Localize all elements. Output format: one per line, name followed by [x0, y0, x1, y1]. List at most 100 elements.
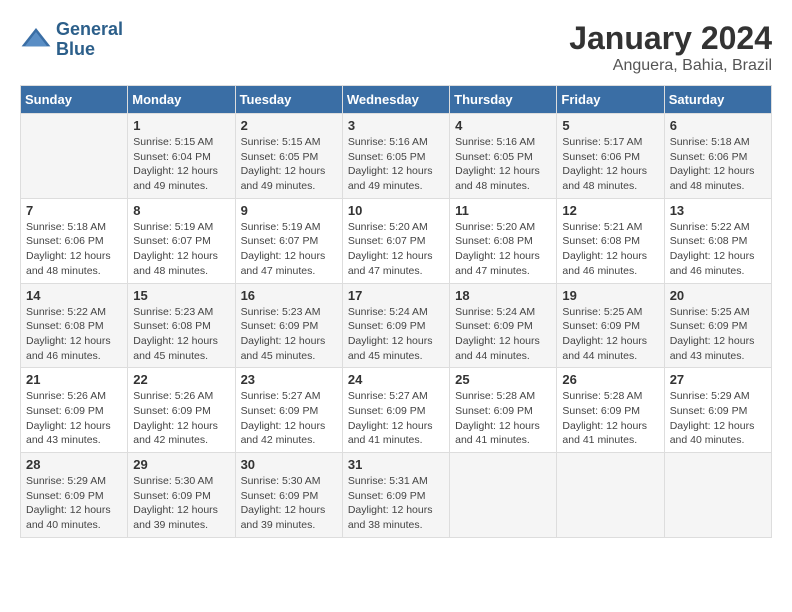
day-number: 17	[348, 288, 444, 303]
calendar-cell: 17 Sunrise: 5:24 AMSunset: 6:09 PMDayligh…	[342, 283, 449, 368]
calendar-cell: 28Sunrise: 5:29 AMSunset: 6:09 PMDayligh…	[21, 453, 128, 538]
day-number: 13	[670, 203, 766, 218]
day-number: 11	[455, 203, 551, 218]
calendar-cell: 31 Sunrise: 5:31 AMSunset: 6:09 PMDayligh…	[342, 453, 449, 538]
location-title: Anguera, Bahia, Brazil	[569, 57, 772, 75]
calendar-cell: 10 Sunrise: 5:20 AMSunset: 6:07 PMDayligh…	[342, 198, 449, 283]
day-number: 19	[562, 288, 658, 303]
calendar-cell: 29Sunrise: 5:30 AMSunset: 6:09 PMDayligh…	[128, 453, 235, 538]
day-info: Sunrise: 5:23 AMSunset: 6:09 PMDaylight:…	[241, 305, 337, 364]
day-info: Sunrise: 5:20 AMSunset: 6:07 PMDaylight:…	[348, 220, 444, 279]
calendar-cell	[21, 114, 128, 199]
day-number: 12	[562, 203, 658, 218]
calendar-cell: 11 Sunrise: 5:20 AMSunset: 6:08 PMDayligh…	[450, 198, 557, 283]
logo-icon	[20, 24, 52, 56]
day-number: 27	[670, 372, 766, 387]
calendar-cell: 25Sunrise: 5:28 AMSunset: 6:09 PMDayligh…	[450, 368, 557, 453]
day-info: Sunrise: 5:30 AMSunset: 6:09 PMDaylight:…	[241, 474, 337, 533]
calendar-cell: 26Sunrise: 5:28 AMSunset: 6:09 PMDayligh…	[557, 368, 664, 453]
day-info: Sunrise: 5:24 AMSunset: 6:09 PMDaylight:…	[455, 305, 551, 364]
day-number: 20	[670, 288, 766, 303]
weekday-header: Thursday	[450, 86, 557, 114]
day-number: 29	[133, 457, 229, 472]
calendar-cell: 12 Sunrise: 5:21 AMSunset: 6:08 PMDayligh…	[557, 198, 664, 283]
weekday-header: Wednesday	[342, 86, 449, 114]
calendar-cell: 4 Sunrise: 5:16 AMSunset: 6:05 PMDaylight…	[450, 114, 557, 199]
day-number: 14	[26, 288, 122, 303]
title-area: January 2024 Anguera, Bahia, Brazil	[569, 20, 772, 75]
weekday-header: Monday	[128, 86, 235, 114]
day-info: Sunrise: 5:29 AMSunset: 6:09 PMDaylight:…	[670, 389, 766, 448]
day-info: Sunrise: 5:16 AMSunset: 6:05 PMDaylight:…	[455, 135, 551, 194]
day-info: Sunrise: 5:26 AMSunset: 6:09 PMDaylight:…	[133, 389, 229, 448]
calendar-table: SundayMondayTuesdayWednesdayThursdayFrid…	[20, 85, 772, 538]
calendar-cell: 14 Sunrise: 5:22 AMSunset: 6:08 PMDayligh…	[21, 283, 128, 368]
calendar-cell: 21 Sunrise: 5:26 AMSunset: 6:09 PMDayligh…	[21, 368, 128, 453]
calendar-cell: 2 Sunrise: 5:15 AMSunset: 6:05 PMDaylight…	[235, 114, 342, 199]
day-number: 21	[26, 372, 122, 387]
calendar-cell: 18 Sunrise: 5:24 AMSunset: 6:09 PMDayligh…	[450, 283, 557, 368]
day-number: 24	[348, 372, 444, 387]
day-info: Sunrise: 5:23 AMSunset: 6:08 PMDaylight:…	[133, 305, 229, 364]
day-number: 4	[455, 118, 551, 133]
logo: General Blue	[20, 20, 123, 60]
day-info: Sunrise: 5:21 AMSunset: 6:08 PMDaylight:…	[562, 220, 658, 279]
logo-text: General Blue	[56, 20, 123, 60]
day-number: 31	[348, 457, 444, 472]
weekday-header: Friday	[557, 86, 664, 114]
calendar-week-row: 14 Sunrise: 5:22 AMSunset: 6:08 PMDayligh…	[21, 283, 772, 368]
day-number: 23	[241, 372, 337, 387]
day-info: Sunrise: 5:25 AMSunset: 6:09 PMDaylight:…	[562, 305, 658, 364]
day-info: Sunrise: 5:27 AMSunset: 6:09 PMDaylight:…	[241, 389, 337, 448]
day-number: 6	[670, 118, 766, 133]
calendar-week-row: 21 Sunrise: 5:26 AMSunset: 6:09 PMDayligh…	[21, 368, 772, 453]
calendar-cell: 1 Sunrise: 5:15 AMSunset: 6:04 PMDaylight…	[128, 114, 235, 199]
day-info: Sunrise: 5:19 AMSunset: 6:07 PMDaylight:…	[133, 220, 229, 279]
day-number: 10	[348, 203, 444, 218]
calendar-cell: 13 Sunrise: 5:22 AMSunset: 6:08 PMDayligh…	[664, 198, 771, 283]
calendar-cell: 22Sunrise: 5:26 AMSunset: 6:09 PMDayligh…	[128, 368, 235, 453]
calendar-week-row: 1 Sunrise: 5:15 AMSunset: 6:04 PMDaylight…	[21, 114, 772, 199]
calendar-cell: 9Sunrise: 5:19 AMSunset: 6:07 PMDaylight…	[235, 198, 342, 283]
day-number: 28	[26, 457, 122, 472]
day-number: 2	[241, 118, 337, 133]
day-info: Sunrise: 5:20 AMSunset: 6:08 PMDaylight:…	[455, 220, 551, 279]
day-number: 8	[133, 203, 229, 218]
day-number: 18	[455, 288, 551, 303]
day-number: 3	[348, 118, 444, 133]
calendar-cell	[664, 453, 771, 538]
calendar-cell: 16 Sunrise: 5:23 AMSunset: 6:09 PMDayligh…	[235, 283, 342, 368]
calendar-cell: 15Sunrise: 5:23 AMSunset: 6:08 PMDayligh…	[128, 283, 235, 368]
calendar-cell: 7Sunrise: 5:18 AMSunset: 6:06 PMDaylight…	[21, 198, 128, 283]
day-number: 25	[455, 372, 551, 387]
page-header: General Blue January 2024 Anguera, Bahia…	[20, 20, 772, 75]
day-info: Sunrise: 5:17 AMSunset: 6:06 PMDaylight:…	[562, 135, 658, 194]
day-info: Sunrise: 5:25 AMSunset: 6:09 PMDaylight:…	[670, 305, 766, 364]
day-info: Sunrise: 5:22 AMSunset: 6:08 PMDaylight:…	[670, 220, 766, 279]
day-info: Sunrise: 5:24 AMSunset: 6:09 PMDaylight:…	[348, 305, 444, 364]
day-info: Sunrise: 5:15 AMSunset: 6:04 PMDaylight:…	[133, 135, 229, 194]
day-number: 26	[562, 372, 658, 387]
day-info: Sunrise: 5:19 AMSunset: 6:07 PMDaylight:…	[241, 220, 337, 279]
day-number: 1	[133, 118, 229, 133]
day-info: Sunrise: 5:18 AMSunset: 6:06 PMDaylight:…	[670, 135, 766, 194]
day-info: Sunrise: 5:22 AMSunset: 6:08 PMDaylight:…	[26, 305, 122, 364]
day-info: Sunrise: 5:27 AMSunset: 6:09 PMDaylight:…	[348, 389, 444, 448]
calendar-cell: 19 Sunrise: 5:25 AMSunset: 6:09 PMDayligh…	[557, 283, 664, 368]
calendar-cell: 23 Sunrise: 5:27 AMSunset: 6:09 PMDayligh…	[235, 368, 342, 453]
calendar-cell: 27 Sunrise: 5:29 AMSunset: 6:09 PMDayligh…	[664, 368, 771, 453]
day-info: Sunrise: 5:31 AMSunset: 6:09 PMDaylight:…	[348, 474, 444, 533]
day-info: Sunrise: 5:15 AMSunset: 6:05 PMDaylight:…	[241, 135, 337, 194]
day-info: Sunrise: 5:16 AMSunset: 6:05 PMDaylight:…	[348, 135, 444, 194]
calendar-week-row: 7Sunrise: 5:18 AMSunset: 6:06 PMDaylight…	[21, 198, 772, 283]
day-info: Sunrise: 5:26 AMSunset: 6:09 PMDaylight:…	[26, 389, 122, 448]
day-number: 30	[241, 457, 337, 472]
calendar-cell: 20 Sunrise: 5:25 AMSunset: 6:09 PMDayligh…	[664, 283, 771, 368]
weekday-header-row: SundayMondayTuesdayWednesdayThursdayFrid…	[21, 86, 772, 114]
month-title: January 2024	[569, 20, 772, 57]
calendar-cell: 30 Sunrise: 5:30 AMSunset: 6:09 PMDayligh…	[235, 453, 342, 538]
calendar-cell: 5Sunrise: 5:17 AMSunset: 6:06 PMDaylight…	[557, 114, 664, 199]
day-number: 16	[241, 288, 337, 303]
calendar-cell: 8 Sunrise: 5:19 AMSunset: 6:07 PMDaylight…	[128, 198, 235, 283]
day-info: Sunrise: 5:18 AMSunset: 6:06 PMDaylight:…	[26, 220, 122, 279]
